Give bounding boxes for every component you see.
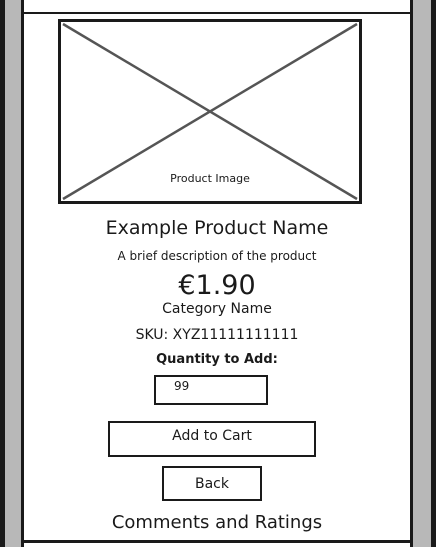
phone-bezel-right-edge <box>431 0 436 547</box>
screen-bottom-divider <box>24 540 410 543</box>
back-button[interactable]: Back <box>162 466 262 501</box>
quantity-label: Quantity to Add: <box>156 352 278 367</box>
product-image-placeholder: Product Image <box>58 19 362 204</box>
quantity-input[interactable] <box>154 375 268 405</box>
product-image-caption: Product Image <box>170 172 250 185</box>
product-name: Example Product Name <box>105 217 329 239</box>
add-to-cart-button[interactable]: Add to Cart <box>108 421 316 457</box>
phone-bezel-left-edge <box>0 0 5 547</box>
product-price: €1.90 <box>178 270 256 301</box>
product-description: A brief description of the product <box>117 249 317 263</box>
phone-frame: Product Image Example Product Name A bri… <box>0 0 436 547</box>
product-detail-screen: Product Image Example Product Name A bri… <box>24 14 410 540</box>
comments-heading: Comments and Ratings <box>111 512 323 533</box>
product-sku: SKU: XYZ11111111111 <box>135 327 299 343</box>
product-category: Category Name <box>162 301 272 317</box>
